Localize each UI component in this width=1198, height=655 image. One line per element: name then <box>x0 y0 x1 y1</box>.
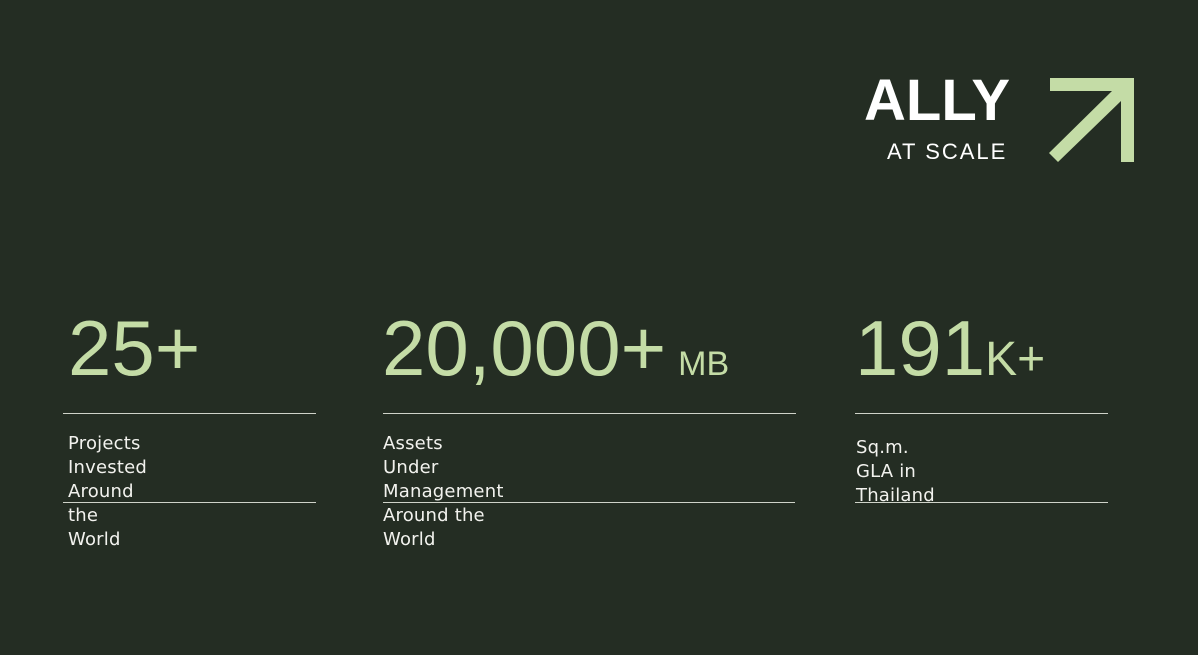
stat-label-line: Around the World <box>68 481 134 550</box>
stat-label-line: Projects Invested <box>68 433 147 478</box>
stat-label-line: Assets Under Management <box>383 433 504 502</box>
divider-bottom <box>383 502 795 503</box>
arrow-up-right-icon <box>1049 78 1134 162</box>
stat-value: 20,000+ MB <box>382 300 729 412</box>
stat-number: 191 <box>855 304 986 392</box>
divider-top <box>383 413 796 414</box>
stat-unit: MB <box>678 345 730 383</box>
stat-label: Sq.m. GLA in Thailand <box>856 436 935 508</box>
stat-label-line: Around the World <box>383 505 485 550</box>
stat-number: 20,000+ <box>382 304 667 392</box>
stat-value: 25+ <box>68 300 200 396</box>
stat-label: Assets Under Management Around the World <box>383 432 504 552</box>
stat-value: 191K+ <box>855 300 1045 408</box>
divider-top <box>63 413 316 414</box>
stat-label-line: Sq.m. GLA in Thailand <box>856 437 935 506</box>
logo-wordmark: ALLY <box>864 68 1011 133</box>
stat-number: 25+ <box>68 304 201 392</box>
divider-bottom <box>63 502 316 503</box>
divider-bottom <box>855 502 1108 503</box>
stat-suffix: K+ <box>985 333 1046 386</box>
divider-top <box>855 413 1108 414</box>
logo-tagline: AT SCALE <box>887 139 1008 164</box>
brand-logo: ALLY AT SCALE <box>864 72 1139 168</box>
stat-label: Projects Invested Around the World <box>68 432 147 552</box>
